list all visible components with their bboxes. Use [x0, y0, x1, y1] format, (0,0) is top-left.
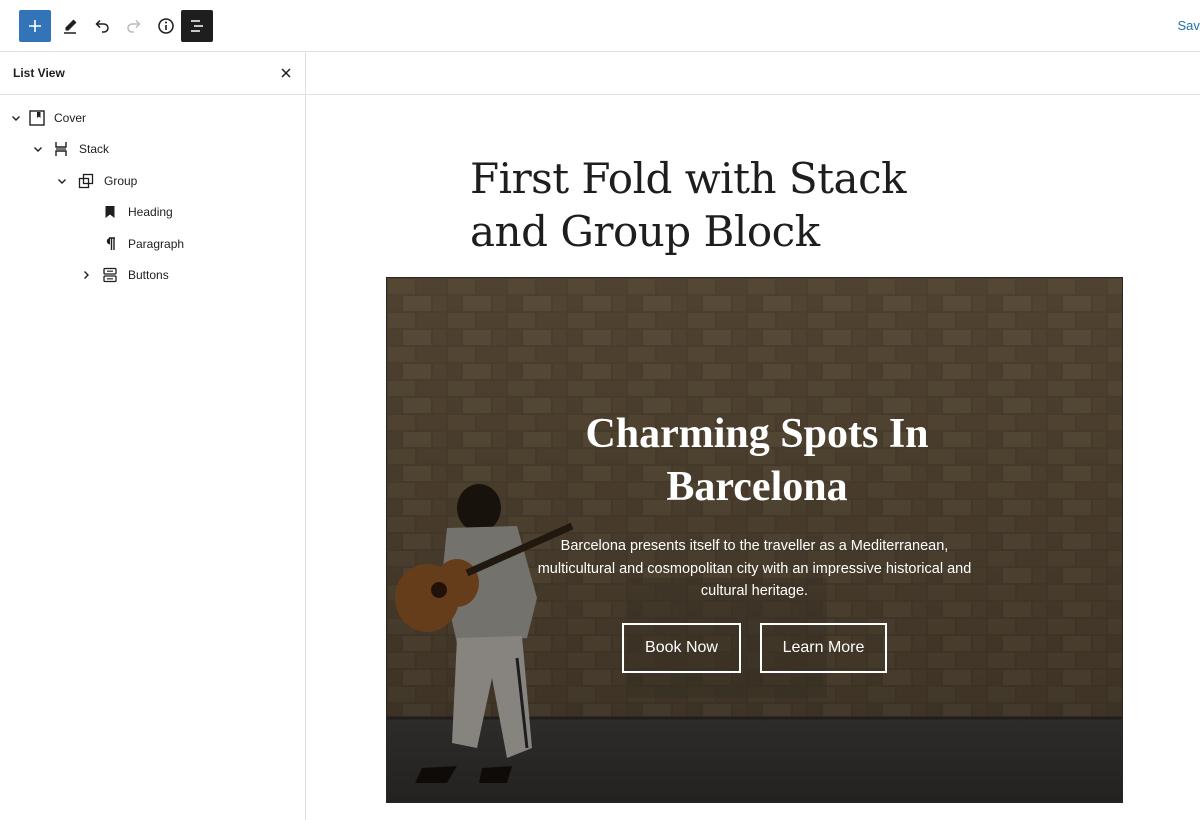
- list-item-label: Buttons: [128, 268, 169, 282]
- list-item-heading[interactable]: Heading: [0, 197, 305, 227]
- list-item-label: Paragraph: [128, 237, 185, 251]
- list-item-group[interactable]: Group: [0, 166, 305, 196]
- list-item-paragraph[interactable]: Paragraph: [0, 229, 305, 259]
- buttons-icon: [103, 267, 117, 283]
- list-view-title: List View: [13, 66, 65, 80]
- edit-mode-button[interactable]: [54, 10, 86, 42]
- redo-button[interactable]: [118, 10, 150, 42]
- editor-toolbar: Save d: [0, 0, 1200, 52]
- info-icon: [158, 18, 174, 34]
- plus-icon: [29, 20, 41, 32]
- book-now-button[interactable]: Book Now: [622, 623, 741, 673]
- save-draft-link[interactable]: Save d: [1178, 18, 1200, 33]
- undo-icon: [95, 19, 109, 33]
- chevron-right-icon[interactable]: [79, 268, 93, 282]
- list-item-label: Heading: [128, 205, 173, 219]
- list-item-stack[interactable]: Stack: [0, 134, 305, 164]
- list-view-header: List View: [0, 52, 305, 95]
- list-item-label: Group: [104, 174, 138, 188]
- chevron-down-icon[interactable]: [9, 111, 23, 125]
- list-item-cover[interactable]: Cover: [0, 103, 305, 133]
- canvas-header: [306, 52, 1200, 95]
- stack-icon: [55, 142, 67, 156]
- add-block-button[interactable]: [19, 10, 51, 42]
- list-view-button[interactable]: [181, 10, 213, 42]
- page-title[interactable]: First Fold with Stack and Group Block: [470, 152, 990, 258]
- details-button[interactable]: [150, 10, 182, 42]
- learn-more-button[interactable]: Learn More: [760, 623, 887, 673]
- cover-block[interactable]: Charming Spots In Barcelona Barcelona pr…: [386, 277, 1123, 803]
- list-item-label: Cover: [54, 111, 87, 125]
- cover-icon: [29, 110, 45, 126]
- cover-heading[interactable]: Charming Spots In Barcelona: [557, 408, 957, 514]
- pilcrow-icon: [106, 237, 115, 250]
- pencil-icon: [64, 19, 77, 34]
- list-item-label: Stack: [79, 142, 110, 156]
- cover-paragraph[interactable]: Barcelona presents itself to the travell…: [537, 535, 972, 603]
- group-icon: [78, 173, 94, 189]
- bookmark-icon: [105, 206, 115, 218]
- redo-icon: [127, 19, 141, 33]
- undo-button[interactable]: [86, 10, 118, 42]
- list-view-icon: [191, 20, 203, 32]
- list-item-buttons[interactable]: Buttons: [0, 260, 305, 290]
- chevron-down-icon[interactable]: [55, 174, 69, 188]
- list-view-panel: List View Cover Stack Group Heading Para…: [0, 52, 306, 820]
- chevron-down-icon[interactable]: [31, 142, 45, 156]
- close-icon[interactable]: [278, 65, 294, 81]
